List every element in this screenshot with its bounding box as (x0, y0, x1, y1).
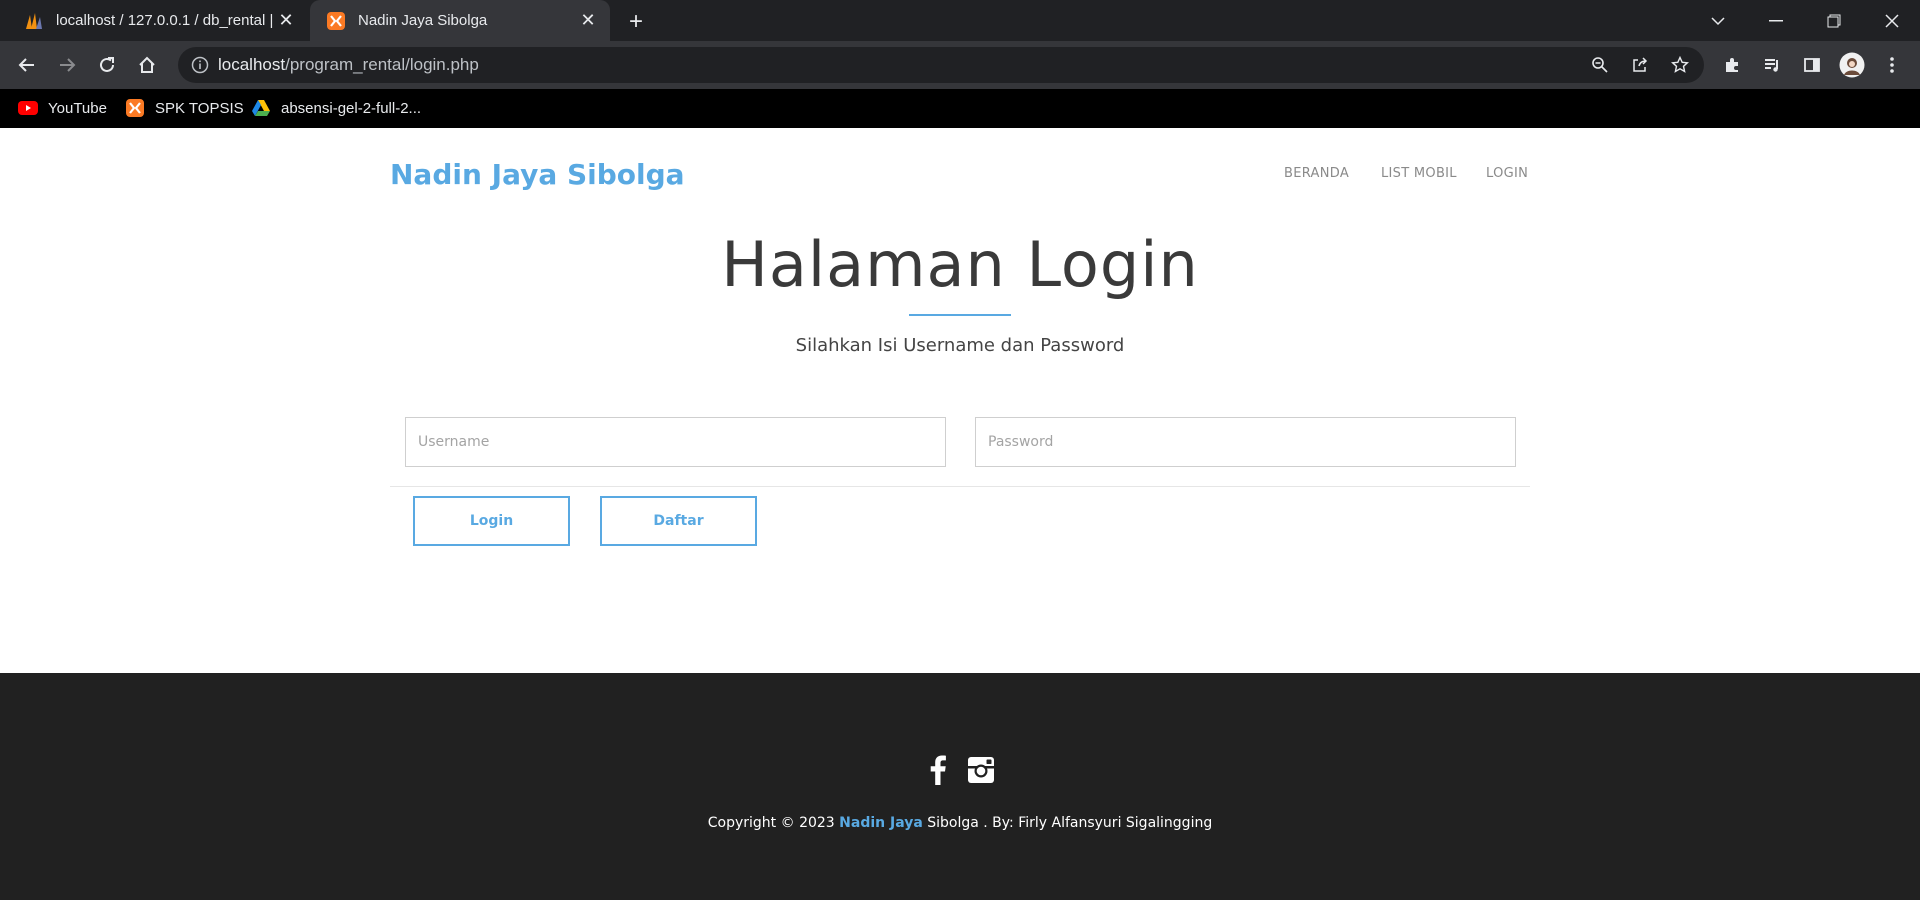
zoom-icon[interactable] (1590, 55, 1610, 75)
extensions-icon[interactable] (1718, 51, 1746, 79)
close-tab-icon[interactable]: ✕ (274, 9, 298, 33)
register-button[interactable]: Daftar (600, 496, 757, 546)
bookmark-spk-topsis[interactable]: SPK TOPSIS (125, 97, 244, 119)
nav-list-mobil[interactable]: LIST MOBIL (1381, 166, 1457, 181)
url-host: localhost (218, 55, 286, 74)
copyright-brand[interactable]: Nadin Jaya (839, 815, 923, 831)
username-field[interactable] (405, 417, 946, 467)
profile-avatar[interactable] (1838, 51, 1866, 79)
form-divider (390, 486, 1530, 487)
facebook-icon[interactable] (924, 755, 952, 785)
title-divider (909, 314, 1011, 316)
side-panel-icon[interactable] (1798, 51, 1826, 79)
instagram-icon[interactable] (967, 755, 995, 785)
copyright-suffix: Sibolga . By: Firly Alfansyuri Sigalingg… (922, 815, 1213, 831)
media-queue-icon[interactable] (1758, 51, 1786, 79)
reload-icon[interactable] (93, 51, 121, 79)
new-tab-icon[interactable]: + (622, 8, 650, 36)
bookmark-label: absensi-gel-2-full-2... (281, 99, 422, 117)
bookmarks-bar: YouTube SPK TOPSIS absensi-gel-2-full-2.… (0, 89, 1920, 128)
tab-title: Nadin Jaya Sibolga (358, 12, 488, 29)
bookmark-label: SPK TOPSIS (155, 99, 244, 117)
bookmark-youtube[interactable]: YouTube (18, 97, 107, 119)
minimize-icon[interactable] (1748, 0, 1804, 41)
copyright-prefix: Copyright © 2023 (707, 815, 840, 831)
restore-icon[interactable] (1806, 0, 1862, 41)
site-info-icon[interactable] (190, 55, 210, 75)
forward-icon[interactable] (53, 51, 81, 79)
bookmark-absensi[interactable]: absensi-gel-2-full-2... (251, 97, 421, 119)
google-drive-icon (251, 98, 271, 118)
copyright-text: Copyright © 2023 Nadin Jaya Sibolga . By… (0, 815, 1920, 831)
tab-nadin-jaya[interactable]: Nadin Jaya Sibolga ✕ (310, 0, 610, 41)
password-field[interactable] (975, 417, 1516, 467)
site-footer: Copyright © 2023 Nadin Jaya Sibolga . By… (0, 673, 1920, 900)
browser-tab-strip: localhost / 127.0.0.1 / db_rental | ✕ Na… (0, 0, 1920, 41)
nav-login[interactable]: LOGIN (1486, 166, 1528, 181)
web-page: Nadin Jaya Sibolga BERANDA LIST MOBIL LO… (0, 128, 1920, 900)
tab-search-icon[interactable] (1690, 0, 1746, 41)
page-title: Halaman Login (721, 228, 1199, 301)
share-icon[interactable] (1630, 55, 1650, 75)
menu-kebab-icon[interactable] (1878, 51, 1906, 79)
back-icon[interactable] (13, 51, 41, 79)
phpmyadmin-icon (24, 11, 44, 31)
xampp-icon (326, 11, 346, 31)
page-subtitle: Silahkan Isi Username dan Password (795, 335, 1125, 356)
url-text: localhost/program_rental/login.php (218, 55, 479, 75)
site-brand[interactable]: Nadin Jaya Sibolga (390, 158, 685, 191)
url-path: /program_rental/login.php (285, 55, 479, 74)
close-window-icon[interactable] (1864, 0, 1920, 41)
xampp-icon (125, 98, 145, 118)
youtube-icon (18, 98, 38, 118)
address-bar[interactable]: localhost/program_rental/login.php (178, 47, 1704, 83)
login-button[interactable]: Login (413, 496, 570, 546)
tab-title: localhost / 127.0.0.1 / db_rental | (56, 12, 274, 29)
browser-toolbar: localhost/program_rental/login.php (0, 41, 1920, 89)
bookmark-label: YouTube (48, 99, 107, 117)
nav-beranda[interactable]: BERANDA (1284, 166, 1349, 181)
tab-phpmyadmin[interactable]: localhost / 127.0.0.1 / db_rental | ✕ (8, 0, 308, 41)
close-tab-icon[interactable]: ✕ (576, 9, 600, 33)
home-icon[interactable] (133, 51, 161, 79)
bookmark-star-icon[interactable] (1670, 55, 1690, 75)
